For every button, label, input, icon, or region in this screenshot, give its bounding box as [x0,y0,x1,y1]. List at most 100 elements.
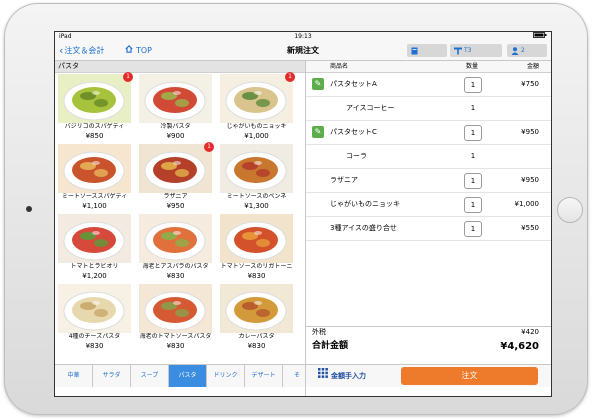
order-item-amount: ¥550 [521,224,539,232]
menu-item-name: 4種のチーズパスタ [68,333,121,340]
menu-item[interactable]: 冷製パスタ ¥900 [139,74,212,143]
menu-item-name: ラザニア [163,193,188,200]
menu-item-price: ¥830 [166,342,185,350]
order-item-name: じゃがいものニョッキ [330,200,400,208]
order-item-name: コーラ [346,152,367,160]
menu-item-name: トマトとラビオリ [70,263,119,270]
menu-item[interactable]: トマトソースのリガトーニ ¥830 [220,214,293,283]
dish-image [58,214,131,263]
menu-item-name: バジリコのスパゲティ [64,123,125,130]
total-value: ¥4,620 [500,341,539,352]
home-button[interactable] [557,197,583,223]
keypad-icon [318,365,328,387]
dish-image [58,74,131,123]
menu-item[interactable]: トマトとラビオリ ¥1,200 [58,214,131,283]
menu-item-name: ミートソーススパゲティ [61,193,128,200]
nav-bar: ‹ 注文＆会計 TOP 新規注文 T3 2 [55,41,551,61]
col-qty: 数量 [466,63,479,70]
screen: iPad 19:13 ‹ 注文＆会計 TOP 新規注文 T3 2 パスタ バジリ… [54,31,552,397]
col-name: 商品名 [330,63,349,70]
manual-amount-button[interactable]: 金額手入力 [318,365,366,387]
order-item-qty: 1 [470,104,476,112]
dish-image [220,214,293,263]
order-row[interactable]: ✎ パスタセットC 1 ¥950 [306,121,551,145]
dish-image [220,74,293,123]
category-tab[interactable]: パスタ [169,365,207,387]
menu-book-button[interactable] [407,44,447,57]
menu-item-name: ミートソースのペンネ [226,193,287,200]
menu-item-name: トマトソースのリガトーニ [220,263,293,270]
quantity-field[interactable]: 1 [464,221,482,237]
person-icon [511,47,519,60]
dish-image [139,214,212,263]
order-table-header: 商品名 数量 金額 [306,61,551,73]
order-item-name: ラザニア [330,176,358,184]
dish-image [220,144,293,193]
menu-item-price: ¥830 [247,272,266,280]
menu-item-price: ¥830 [166,272,185,280]
menu-item[interactable]: ラザニア ¥950 1 [139,142,214,213]
category-tab[interactable]: 中華 [55,365,93,387]
menu-item-price: ¥1,300 [244,202,269,210]
menu-item[interactable]: 4種のチーズパスタ ¥830 [58,284,131,353]
menu-item[interactable]: じゃがいものニョッキ ¥1,000 1 [220,72,295,143]
dish-image [139,144,212,193]
menu-item-price: ¥830 [85,342,104,350]
book-icon [411,47,418,60]
order-item-amount: ¥950 [521,128,539,136]
table-button[interactable]: T3 [450,44,502,57]
order-row[interactable]: アイスコーヒー 1 [306,97,551,121]
quantity-badge: 1 [285,72,295,82]
order-item-amount: ¥750 [521,80,539,88]
category-tabs: 中華 サラダ スープ パスタ ドリンク デザートそ [55,364,305,387]
quantity-field[interactable]: 1 [464,77,482,93]
menu-item[interactable]: 海老のトマトソースパスタ ¥830 [139,284,212,353]
col-amount: 金額 [526,63,539,70]
camera [26,206,32,212]
menu-item[interactable]: カレーパスタ ¥830 [220,284,293,353]
menu-item-price: ¥830 [247,342,266,350]
menu-item[interactable]: ミートソーススパゲティ ¥1,100 [58,144,131,213]
menu-item[interactable]: 海老とアスパラのパスタ ¥830 [139,214,212,283]
action-bar: 金額手入力 注文 [306,364,551,387]
category-tab[interactable]: サラダ [93,365,131,387]
clock: 19:13 [294,33,312,40]
menu-item-price: ¥1,000 [244,132,269,140]
quantity-field[interactable]: 1 [464,173,482,189]
order-row[interactable]: ✎ パスタセットA 1 ¥750 [306,73,551,97]
order-item-amount: ¥950 [521,176,539,184]
menu-item-name: 海老のトマトソースパスタ [139,333,212,340]
order-row[interactable]: じゃがいものニョッキ 1 ¥1,000 [306,193,551,217]
quantity-field[interactable]: 1 [464,197,482,213]
menu-item-name: 海老とアスパラのパスタ [142,263,209,270]
edit-pencil-icon[interactable]: ✎ [312,78,324,90]
menu-item[interactable]: ミートソースのペンネ ¥1,300 [220,144,293,213]
quantity-badge: 1 [123,72,133,82]
menu-item-price: ¥850 [85,132,104,140]
dish-image [220,284,293,333]
menu-item-price: ¥1,200 [82,272,107,280]
quantity-field[interactable]: 1 [464,125,482,141]
total-row: 合計金額 ¥4,620 [306,337,551,356]
order-button[interactable]: 注文 [401,367,538,385]
menu-item[interactable]: バジリコのスパゲティ ¥850 1 [58,72,133,143]
menu-item-name: カレーパスタ [238,333,275,340]
category-tab[interactable]: デザート [245,365,283,387]
order-row[interactable]: 3種アイスの盛り合せ 1 ¥550 [306,217,551,241]
menu-pane: パスタ バジリコのスパゲティ ¥850 1 冷製パスタ ¥900 じゃがいものニョッキ ¥1… [55,61,305,396]
category-tab[interactable]: スープ [131,365,169,387]
guest-count: 2 [521,47,525,54]
menu-item-price: ¥950 [166,202,185,210]
order-item-name: 3種アイスの盛り合せ [330,224,397,232]
menu-item-name: 冷製パスタ [160,123,191,130]
menu-item-name: じゃがいものニョッキ [226,123,287,130]
edit-pencil-icon[interactable]: ✎ [312,126,324,138]
category-header: パスタ [55,61,305,73]
order-row[interactable]: ラザニア 1 ¥950 [306,169,551,193]
guests-button[interactable]: 2 [507,44,547,57]
status-bar: iPad 19:13 [55,32,551,41]
order-row[interactable]: コーラ 1 [306,145,551,169]
table-number: T3 [464,47,472,54]
category-tab[interactable]: ドリンク [207,365,245,387]
ipad-frame: iPad 19:13 ‹ 注文＆会計 TOP 新規注文 T3 2 パスタ バジリ… [4,3,588,415]
